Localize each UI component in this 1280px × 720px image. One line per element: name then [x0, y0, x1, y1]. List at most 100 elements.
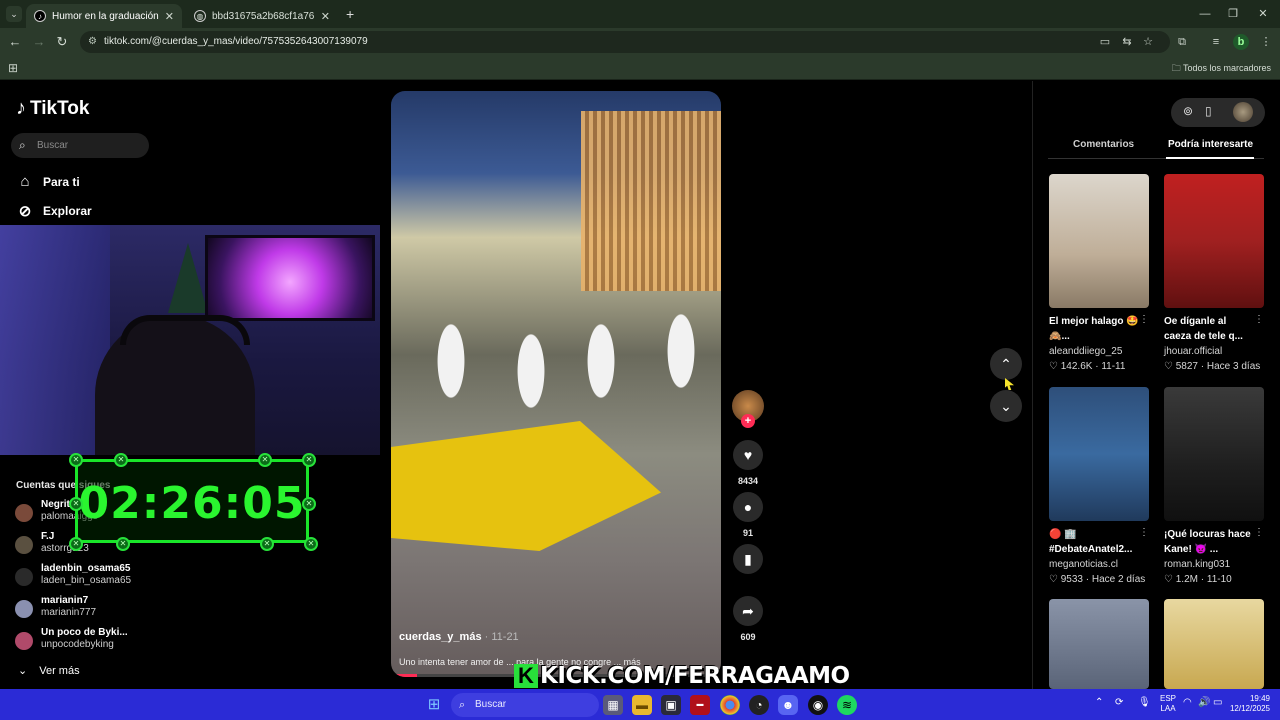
chrome-icon[interactable]	[720, 695, 740, 715]
resize-handle[interactable]: ✕	[302, 497, 316, 511]
tab-label: bbd31675a2b68cf1a76baf3601	[212, 10, 315, 22]
home-icon: ⌂	[20, 173, 30, 190]
tab-label: Humor en la graduación: Amor	[52, 10, 159, 22]
minimize-icon[interactable]: —	[1194, 5, 1216, 23]
wifi-icon[interactable]: ◠	[1183, 697, 1192, 708]
save-button[interactable]: ▮	[733, 544, 763, 574]
resize-handle[interactable]: ✕	[260, 537, 274, 551]
tab-comments[interactable]: Comentarios	[1073, 139, 1134, 150]
author-name: cuerdas_y_más	[399, 631, 482, 643]
video-player[interactable]: cuerdas_y_más · 11-21 Uno intenta tener …	[391, 91, 721, 677]
phone-icon[interactable]: ▯	[1205, 104, 1212, 118]
progress-fill	[391, 674, 418, 677]
recommended-video[interactable]: El mejor halago 🤩 🙈... ⋮ aleanddiiego_25…	[1049, 174, 1149, 372]
media-icon[interactable]: ≡	[1208, 34, 1224, 50]
app-icon[interactable]: ▬	[690, 695, 710, 715]
all-bookmarks[interactable]: 🗀 Todos los marcadores	[1172, 61, 1271, 77]
tray-chevron-icon[interactable]: ⌃	[1095, 697, 1103, 708]
task-view-icon[interactable]: ▦	[603, 695, 623, 715]
search-input[interactable]: ⌕ Buscar	[11, 133, 149, 158]
close-tab-icon[interactable]: ✕	[321, 10, 330, 23]
discord-icon[interactable]: ☻	[778, 695, 798, 715]
share-button[interactable]: ➦ 609	[733, 596, 763, 642]
account-name: F.J	[41, 531, 55, 542]
more-options-icon[interactable]: ⋮	[1254, 314, 1264, 325]
file-explorer-icon[interactable]: ▬	[632, 695, 652, 715]
coins-icon[interactable]: ⊚	[1183, 104, 1193, 118]
resize-handle[interactable]: ✕	[304, 537, 318, 551]
extensions-icon[interactable]: ⧉	[1174, 34, 1190, 50]
spotify-icon[interactable]: ≋	[837, 695, 857, 715]
user-avatar[interactable]	[1233, 102, 1253, 122]
new-tab-icon[interactable]: +	[346, 6, 354, 22]
all-bookmarks-label: Todos los marcadores	[1182, 63, 1271, 73]
close-window-icon[interactable]: ✕	[1252, 5, 1274, 23]
translate-icon[interactable]: ⇆	[1119, 34, 1135, 50]
taskbar-search[interactable]: ⌕ Buscar	[451, 693, 599, 717]
back-icon[interactable]: ←	[6, 33, 24, 51]
tiktok-logo[interactable]: ♪ TikTok	[16, 97, 89, 120]
comment-button[interactable]: ● 91	[733, 492, 763, 538]
recommended-video[interactable]: 🔴 🏢 #DebateAnatel2... ⋮ meganoticias.cl …	[1049, 387, 1149, 585]
obs-icon[interactable]: ◔	[749, 695, 769, 715]
account-handle: laden_bin_osama65	[41, 575, 132, 586]
steam-icon[interactable]: ◉	[808, 695, 828, 715]
resize-handle[interactable]: ✕	[69, 537, 83, 551]
profile-avatar[interactable]: b	[1233, 34, 1249, 50]
network-icon[interactable]: ⟳	[1115, 697, 1123, 708]
more-options-icon[interactable]: ⋮	[1254, 527, 1264, 538]
install-app-icon[interactable]: ▭	[1097, 34, 1113, 50]
address-bar[interactable]: ⚙ tiktok.com/@cuerdas_y_mas/video/757535…	[80, 31, 1170, 53]
tab-inactive[interactable]: ◍ bbd31675a2b68cf1a76baf3601 ✕	[186, 4, 338, 28]
recommended-video[interactable]	[1049, 599, 1149, 689]
follow-plus-icon[interactable]: +	[741, 414, 755, 428]
video-author[interactable]: cuerdas_y_más · 11-21	[399, 631, 519, 643]
resize-handle[interactable]: ✕	[116, 537, 130, 551]
resize-handle[interactable]: ✕	[302, 453, 316, 467]
battery-icon[interactable]: ▭	[1213, 697, 1222, 708]
recommended-video[interactable]	[1164, 599, 1264, 689]
tab-search-icon[interactable]: ⌄	[6, 6, 22, 22]
avatar	[15, 600, 33, 618]
microphone-icon[interactable]: 🎙	[1138, 697, 1151, 708]
store-icon[interactable]: ▣	[661, 695, 681, 715]
nav-item-explorar[interactable]: ⊘ Explorar	[16, 202, 92, 220]
bookmark-star-icon[interactable]: ☆	[1140, 34, 1156, 50]
resize-handle[interactable]: ✕	[69, 497, 83, 511]
recommended-video[interactable]: ¡Qué locuras hace Kane! 👿 ... ⋮ roman.ki…	[1164, 387, 1264, 585]
video-user: roman.king031	[1164, 559, 1231, 570]
video-thumbnail	[1164, 599, 1264, 689]
menu-icon[interactable]: ⋮	[1258, 34, 1274, 50]
tab-recommended[interactable]: Podría interesarte	[1168, 139, 1253, 150]
resize-handle[interactable]: ✕	[69, 453, 83, 467]
video-meta: ♡ 1.2M · 11-10	[1164, 574, 1232, 585]
tab-active[interactable]: ♪ Humor en la graduación: Amor ✕	[26, 4, 182, 28]
video-meta: ♡ 142.6K · 11-11	[1049, 361, 1126, 372]
previous-video-button[interactable]: ⌃	[990, 348, 1022, 380]
forward-icon[interactable]: →	[30, 33, 48, 51]
volume-icon[interactable]: 🔊	[1198, 697, 1210, 708]
video-date: Hace 2 días	[1091, 574, 1146, 585]
video-thumbnail	[1049, 599, 1149, 689]
avatar	[15, 536, 33, 554]
reload-icon[interactable]: ↻	[53, 33, 71, 51]
close-tab-icon[interactable]: ✕	[165, 10, 174, 23]
more-options-icon[interactable]: ⋮	[1139, 314, 1149, 325]
resize-handle[interactable]: ✕	[258, 453, 272, 467]
video-user: meganoticias.cl	[1049, 559, 1118, 570]
recommended-video[interactable]: Oe díganle al caeza de tele q... ⋮ jhoua…	[1164, 174, 1264, 372]
language-indicator[interactable]: ESP LAA	[1160, 694, 1176, 714]
nav-item-para-ti[interactable]: ⌂ Para ti	[16, 173, 79, 190]
windows-start-icon[interactable]: ⊞	[424, 695, 444, 715]
resize-handle[interactable]: ✕	[114, 453, 128, 467]
see-more-button[interactable]: ⌄ Ver más	[18, 664, 80, 678]
site-info-icon[interactable]: ⚙	[88, 31, 97, 53]
more-options-icon[interactable]: ⋮	[1139, 527, 1149, 538]
tab-active-indicator	[1166, 157, 1254, 159]
restore-icon[interactable]: ❐	[1222, 5, 1244, 23]
next-video-button[interactable]: ⌄	[990, 390, 1022, 422]
logo-text: TikTok	[30, 97, 90, 119]
clock[interactable]: 19:49 12/12/2025	[1228, 694, 1270, 714]
like-button[interactable]: ♥ 8434	[733, 440, 763, 486]
apps-grid-icon[interactable]: ⊞	[8, 61, 18, 75]
